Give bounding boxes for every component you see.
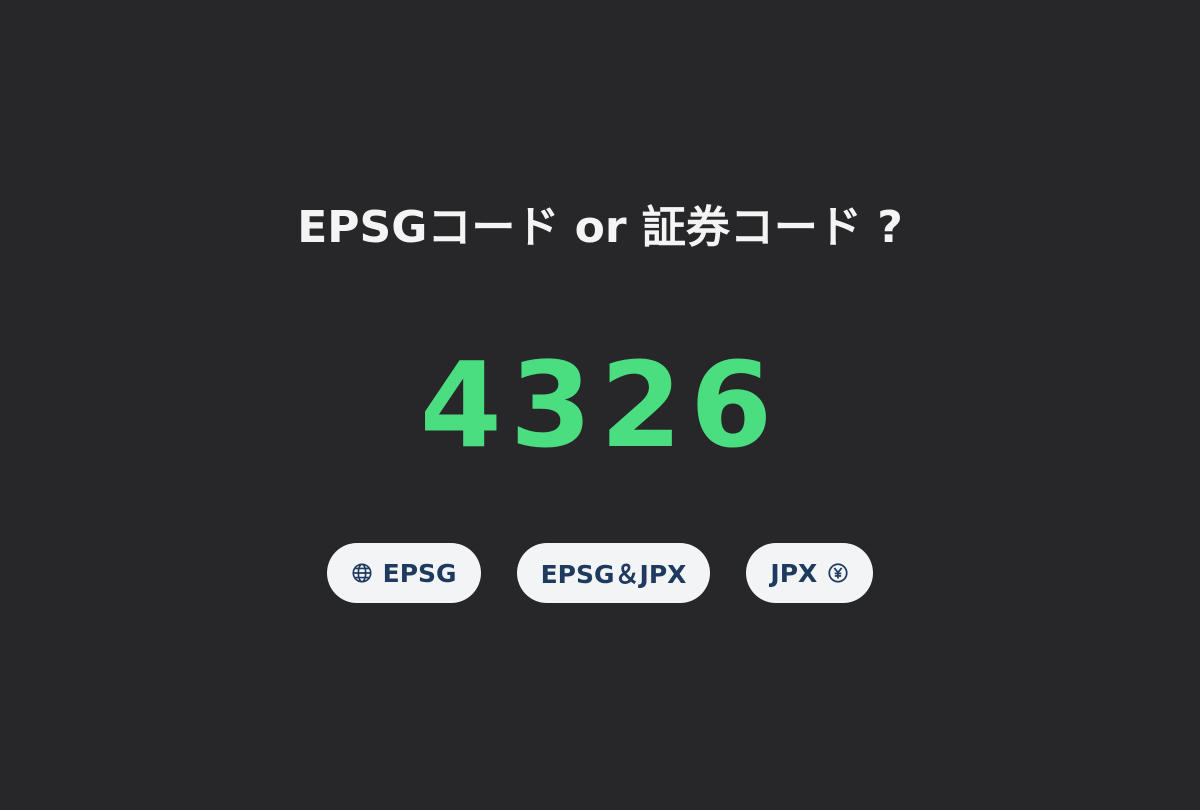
code-number: 4326: [419, 336, 781, 474]
yen-icon: [828, 563, 848, 583]
epsg-button-label: EPSG: [382, 558, 457, 588]
jpx-button-label: JPX: [770, 558, 818, 588]
jpx-button[interactable]: JPX: [746, 543, 874, 603]
question-heading: EPSGコード or 証券コード ?: [297, 202, 903, 253]
epsg-and-jpx-button[interactable]: EPSG＆JPX: [516, 543, 711, 603]
epsg-button[interactable]: EPSG: [326, 543, 481, 603]
answer-choices: EPSG EPSG＆JPX JPX: [0, 543, 1200, 603]
epsg-and-jpx-button-label: EPSG＆JPX: [540, 560, 687, 589]
globe-icon: [352, 563, 372, 583]
